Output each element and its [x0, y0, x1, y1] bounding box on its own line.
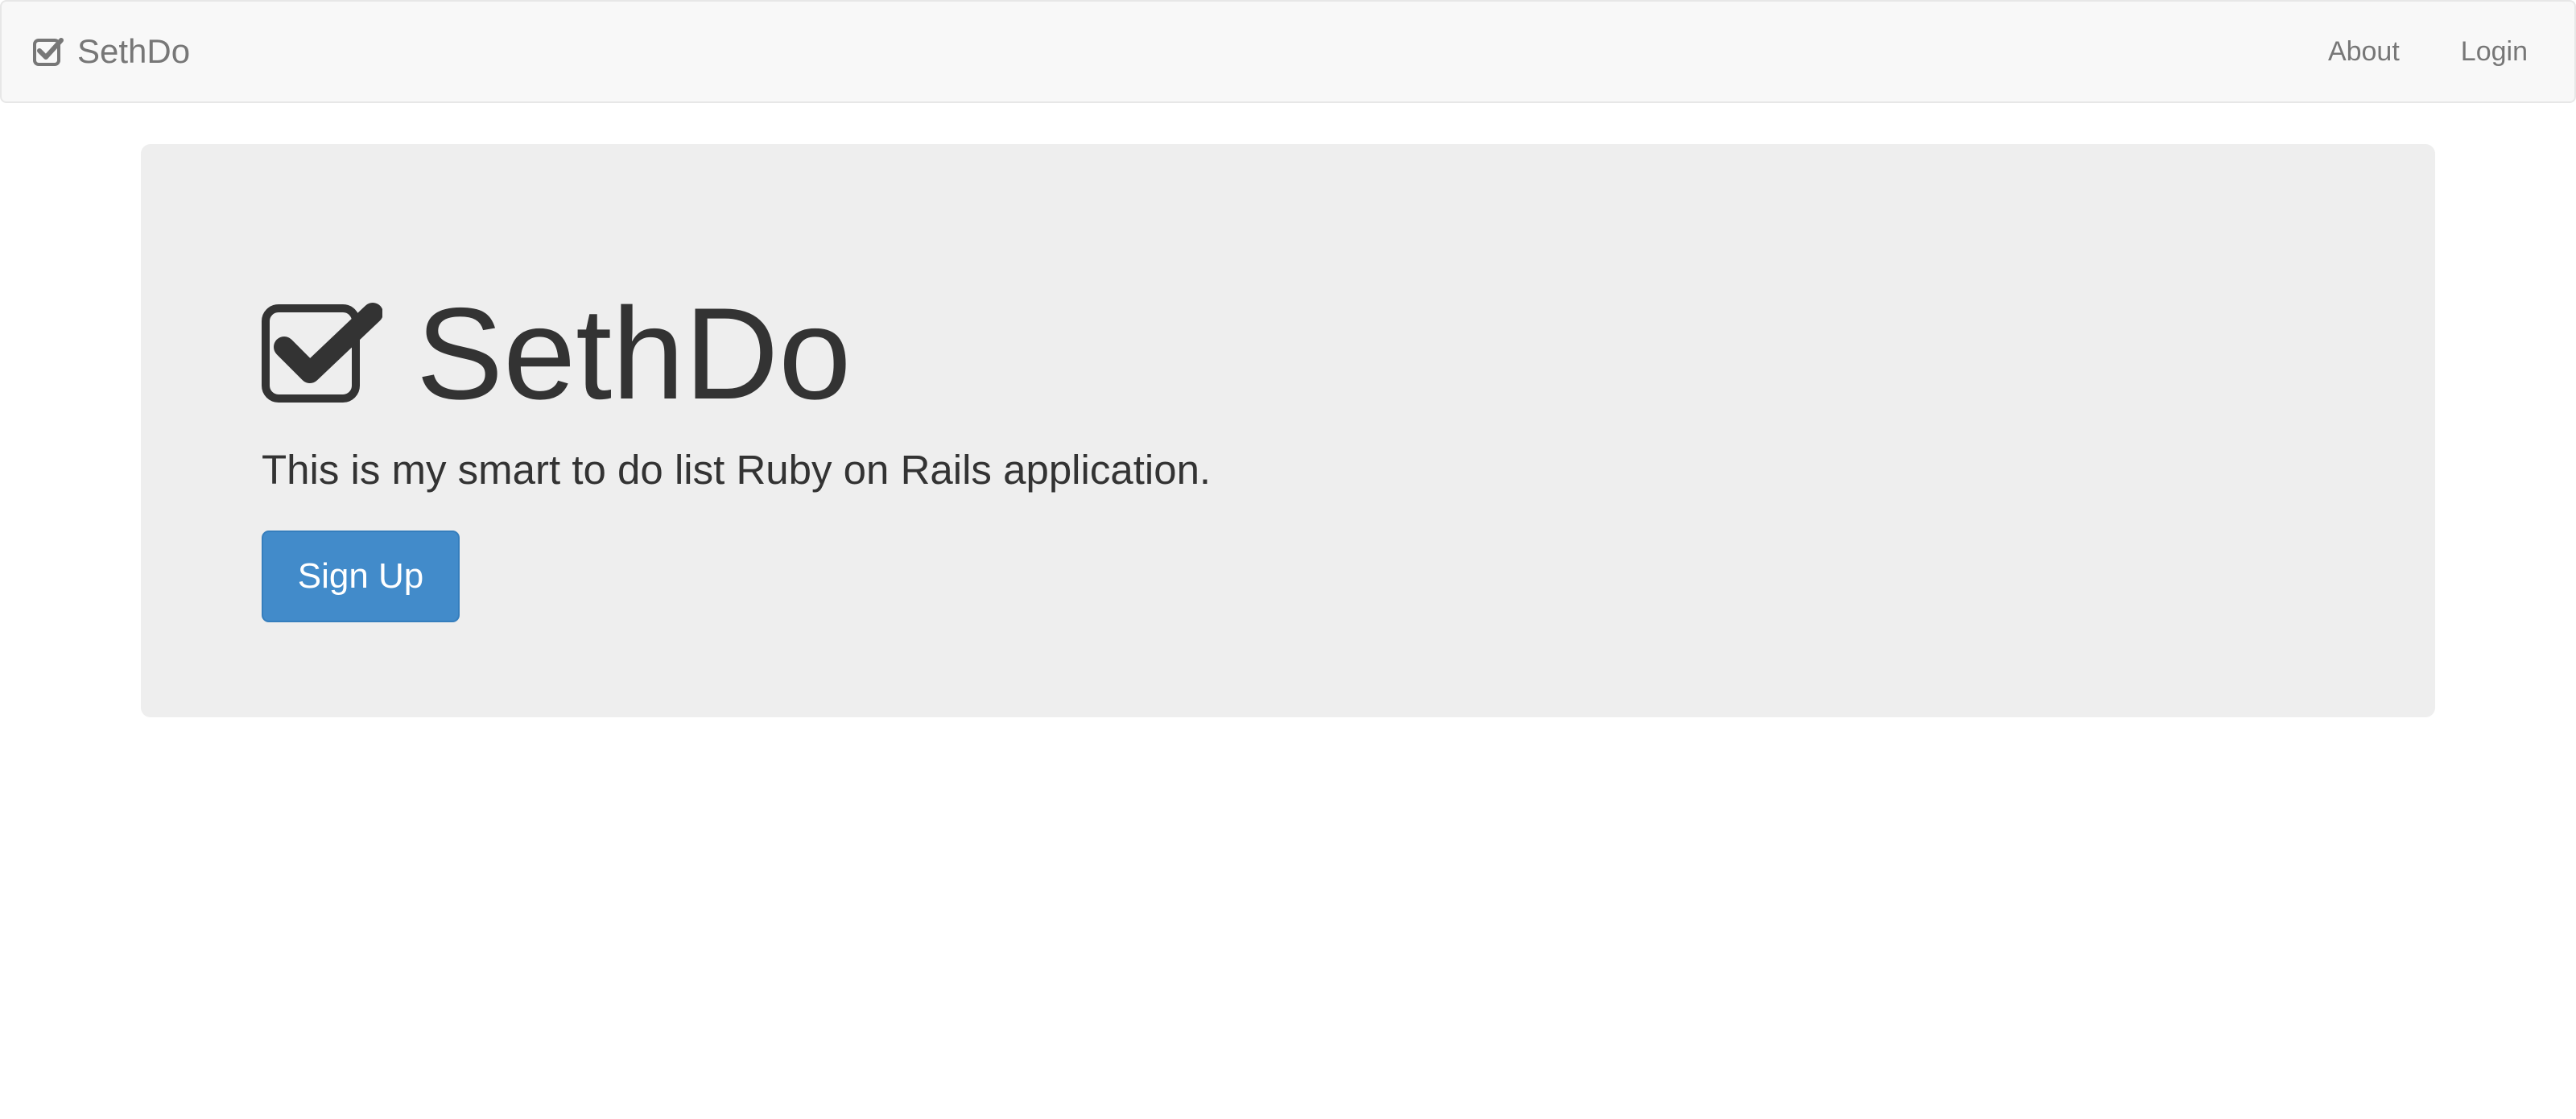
- nav-links: About Login: [2267, 36, 2528, 68]
- sign-up-button[interactable]: Sign Up: [262, 531, 460, 622]
- brand-text: SethDo: [77, 32, 191, 70]
- check-square-icon: [262, 302, 382, 407]
- check-square-icon: [32, 35, 64, 68]
- jumbotron-lead: This is my smart to do list Ruby on Rail…: [262, 447, 1212, 493]
- jumbotron-title: SethDo: [416, 281, 852, 427]
- navbar: SethDo About Login: [0, 0, 2576, 103]
- nav-about-link[interactable]: About: [2328, 36, 2400, 68]
- brand-link[interactable]: SethDo: [32, 35, 190, 68]
- nav-login-link[interactable]: Login: [2461, 36, 2528, 68]
- jumbotron: SethDo This is my smart to do list Ruby …: [141, 144, 2435, 717]
- page-title: SethDo: [262, 289, 851, 419]
